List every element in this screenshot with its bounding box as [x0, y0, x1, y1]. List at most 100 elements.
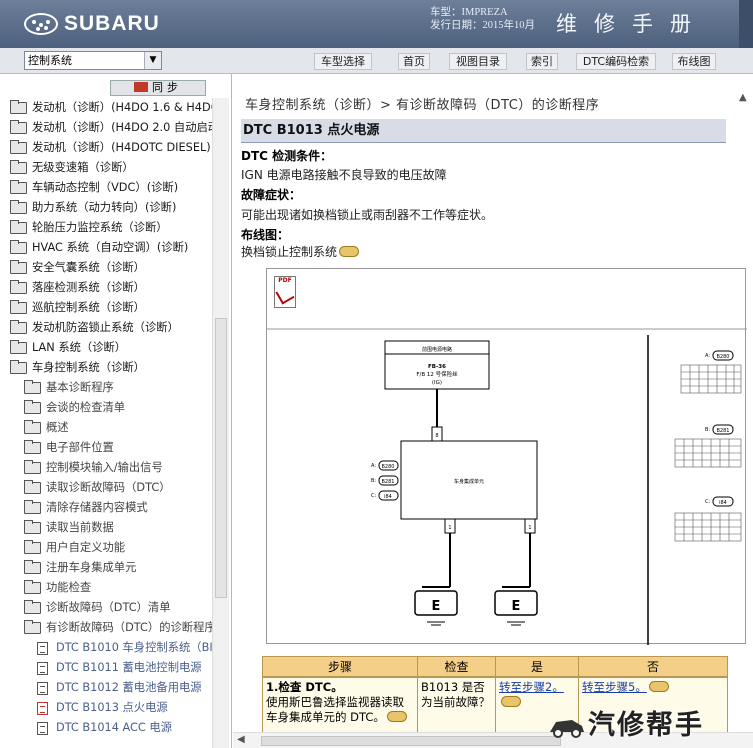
check-text: B1013 是否为当前故障？ [421, 680, 490, 709]
sidebar-item[interactable]: 基本诊断程序 [24, 378, 114, 398]
condition-text: IGN 电源电路接触不良导致的电压故障 [241, 168, 447, 182]
sidebar-item[interactable]: 发动机（诊断）(H4DOTC DIESEL) [10, 138, 211, 158]
sidebar-item[interactable]: 功能检查 [24, 578, 91, 598]
folder-open-icon [10, 360, 27, 374]
vehicle-select-button[interactable]: 车型选择 [314, 53, 372, 70]
sidebar-item-label: 发动机（诊断）(H4DOTC DIESEL) [32, 141, 211, 154]
system-select[interactable]: 控制系统 ▼ [24, 51, 162, 70]
wiring-diagram: PDF 前围电源电路 FB-36 F/B 12 号保险丝 (IG) 8 车身集成… [266, 268, 747, 645]
sidebar-item[interactable]: 发动机防盗锁止系统（诊断） [10, 318, 179, 338]
sidebar-item-label: 读取当前数据 [46, 521, 114, 534]
view-contents-button[interactable]: 视图目录 [449, 53, 507, 70]
sidebar-item[interactable]: 安全气囊系统（诊断） [10, 258, 145, 278]
sidebar-item-label: 助力系统（动力转向）(诊断) [32, 201, 177, 214]
sidebar-item[interactable]: 落座检测系统（诊断） [10, 278, 145, 298]
link-icon[interactable] [339, 246, 360, 257]
link-icon[interactable] [501, 696, 521, 707]
sidebar-item-label: 读取诊断故障码（DTC） [46, 481, 171, 494]
folder-icon [24, 500, 41, 514]
chevron-down-icon[interactable]: ▼ [144, 52, 161, 69]
scroll-up-icon[interactable]: ▲ [739, 92, 747, 103]
sidebar-item[interactable]: 控制模块输入/输出信号 [24, 458, 163, 478]
sidebar-item[interactable]: 发动机（诊断）(H4DO 2.0 自动启动 [10, 118, 219, 138]
pin-label-b: 1 [448, 525, 451, 531]
sidebar-item-label: 发动机（诊断）(H4DO 1.6 & H4DO [32, 101, 220, 114]
folder-open-icon [24, 620, 41, 634]
right-conn-a: B280 [717, 354, 730, 360]
no-step-link[interactable]: 转至步骤5。 [582, 680, 647, 694]
connector-grid-c [674, 512, 742, 542]
sidebar-item[interactable]: 注册车身集成单元 [24, 558, 136, 578]
sidebar-item-label: DTC B1011 蓄电池控制电源 [56, 661, 202, 674]
link-icon[interactable] [648, 681, 669, 692]
folder-icon [10, 160, 27, 174]
document-icon [37, 681, 48, 695]
symptom-label: 故障症状： [241, 188, 302, 202]
folder-icon [10, 100, 27, 114]
home-button[interactable]: 首页 [398, 53, 430, 70]
folder-icon [24, 520, 41, 534]
wiring-link[interactable]: 换档锁止控制系统 [241, 245, 337, 259]
sidebar-item-label: DTC B1010 车身控制系统（BI [56, 641, 213, 654]
sidebar-item[interactable]: 清除存储器内容模式 [24, 498, 148, 518]
ground-label-1: E [432, 599, 441, 614]
col-check-header: 检查 [417, 656, 496, 677]
wiring-label: 布线图： [241, 228, 290, 242]
watermark-text: 汽修帮手 [588, 710, 704, 741]
sidebar-item[interactable]: 电子部件位置 [24, 438, 114, 458]
link-icon[interactable] [386, 711, 407, 722]
right-conn-c: i84 [719, 500, 727, 506]
sidebar-item[interactable]: DTC B1012 蓄电池备用电源 [37, 678, 202, 698]
sidebar-item[interactable]: 轮胎压力监控系统（诊断） [10, 218, 168, 238]
sidebar-item[interactable]: 诊断故障码（DTC）清单 [24, 598, 171, 618]
index-button[interactable]: 索引 [526, 53, 558, 70]
sidebar-item[interactable]: 概述 [24, 418, 69, 438]
sidebar-item[interactable]: 读取当前数据 [24, 518, 114, 538]
hscroll-thumb[interactable] [261, 736, 561, 746]
sidebar-item[interactable]: 车身控制系统（诊断） [10, 358, 145, 378]
model-line: 车型：IMPREZA [430, 7, 508, 18]
sidebar-item-label: DTC B1014 ACC 电源 [56, 721, 172, 734]
watermark: 汽修帮手 [548, 703, 704, 742]
pleiades-icon [24, 13, 58, 35]
sidebar-item[interactable]: DTC B1011 蓄电池控制电源 [37, 658, 202, 678]
sidebar-scroll-thumb[interactable] [215, 318, 227, 598]
yes-step-link[interactable]: 转至步骤2。 [499, 680, 564, 694]
content-scrollbar[interactable]: ▲ [737, 90, 753, 748]
folder-icon [24, 460, 41, 474]
sidebar-item[interactable]: DTC B1010 车身控制系统（BI [37, 638, 213, 658]
folder-icon [10, 320, 27, 334]
sidebar-item[interactable]: 巡航控制系统（诊断） [10, 298, 145, 318]
sidebar-item[interactable]: 发动机（诊断）(H4DO 1.6 & H4DO [10, 98, 220, 118]
folder-icon [10, 300, 27, 314]
sidebar-item-label: 基本诊断程序 [46, 381, 114, 394]
dtc-search-button[interactable]: DTC编码检索 [576, 53, 656, 70]
sidebar-item[interactable]: HVAC 系统（自动空调）(诊断) [10, 238, 188, 258]
fuse-line-3: (IG) [432, 380, 442, 386]
ground-label-2: E [512, 599, 521, 614]
wiring-diagram-button[interactable]: 布线图 [672, 53, 716, 70]
sidebar-item-label: 会谈的检查清单 [46, 401, 126, 414]
manual-meta: 车型：IMPREZA 发行日期：2015年10月 [430, 6, 535, 32]
folder-icon [24, 480, 41, 494]
sync-button[interactable]: 同步 [110, 80, 206, 96]
sidebar-item-label: 电子部件位置 [46, 441, 114, 454]
sidebar-item[interactable]: 会谈的检查清单 [24, 398, 125, 418]
sidebar-item[interactable]: 有诊断故障码（DTC）的诊断程序 [24, 618, 216, 638]
sidebar-item[interactable]: DTC B1013 点火电源 [37, 698, 168, 718]
sidebar-item[interactable]: LAN 系统（诊断） [10, 338, 126, 358]
connector-grid-b [674, 438, 742, 468]
sidebar-item[interactable]: 用户自定义功能 [24, 538, 125, 558]
folder-icon [10, 340, 27, 354]
sidebar-item[interactable]: 读取诊断故障码（DTC） [24, 478, 171, 498]
sidebar-item[interactable]: DTC B1014 ACC 电源 [37, 718, 172, 738]
sidebar-scrollbar[interactable] [212, 98, 229, 748]
scroll-left-icon[interactable]: ◀ [237, 734, 245, 745]
sidebar-item[interactable]: 助力系统（动力转向）(诊断) [10, 198, 176, 218]
folder-icon [10, 280, 27, 294]
sidebar-item[interactable]: 车辆动态控制（VDC）(诊断) [10, 178, 178, 198]
folder-icon [10, 120, 27, 134]
sidebar-item-label: 无级变速箱（诊断） [32, 161, 134, 174]
sidebar-item-label: 概述 [46, 421, 69, 434]
sidebar-item[interactable]: 无级变速箱（诊断） [10, 158, 134, 178]
